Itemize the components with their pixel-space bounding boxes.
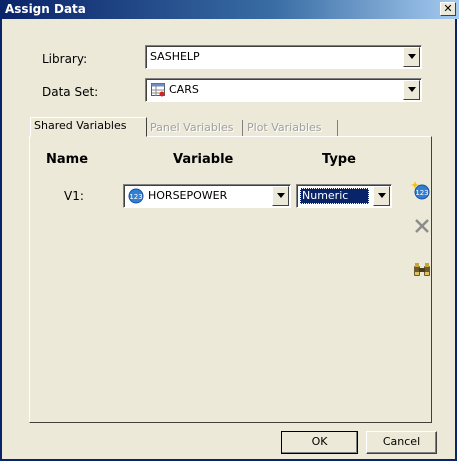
svg-text:123: 123 bbox=[129, 193, 142, 201]
cancel-button[interactable]: Cancel bbox=[366, 431, 437, 454]
library-dropdown-arrow[interactable] bbox=[403, 47, 420, 67]
tab-shared-variables[interactable]: Shared Variables bbox=[30, 117, 147, 137]
type-combo[interactable]: Numeric bbox=[296, 184, 392, 208]
add-variable-icon[interactable]: 123 bbox=[411, 180, 431, 200]
type-dropdown-arrow[interactable] bbox=[373, 186, 390, 206]
numeric-variable-icon: 123 bbox=[128, 188, 144, 204]
title-bar[interactable]: Assign Data ✕ bbox=[2, 0, 459, 19]
binoculars-icon[interactable] bbox=[412, 260, 432, 280]
row-name: V1: bbox=[64, 189, 84, 203]
ok-button[interactable]: OK bbox=[281, 431, 358, 454]
variable-combo[interactable]: 123 HORSEPOWER bbox=[123, 184, 291, 208]
library-label: Library: bbox=[42, 52, 88, 66]
type-value: Numeric bbox=[302, 189, 349, 202]
dataset-combo[interactable]: CARS bbox=[145, 78, 422, 102]
library-value: SASHELP bbox=[150, 50, 200, 63]
svg-text:123: 123 bbox=[415, 189, 428, 197]
shared-variables-panel bbox=[29, 136, 432, 423]
dataset-dropdown-arrow[interactable] bbox=[403, 80, 420, 100]
column-header-name: Name bbox=[46, 152, 89, 167]
variable-value: HORSEPOWER bbox=[148, 189, 228, 202]
column-header-type: Type bbox=[322, 152, 356, 167]
close-button[interactable]: ✕ bbox=[440, 2, 456, 16]
tab-plot-variables[interactable]: Plot Variables bbox=[244, 120, 338, 136]
dataset-label: Data Set: bbox=[42, 85, 99, 99]
dataset-value: CARS bbox=[169, 83, 199, 96]
dialog-title: Assign Data bbox=[5, 2, 86, 16]
table-icon bbox=[151, 83, 165, 97]
tab-panel-variables[interactable]: Panel Variables bbox=[147, 120, 243, 136]
assign-data-dialog: Assign Data ✕ Library: SASHELP Data Set:… bbox=[0, 0, 459, 461]
variable-dropdown-arrow[interactable] bbox=[272, 186, 289, 206]
library-combo[interactable]: SASHELP bbox=[145, 45, 422, 69]
column-header-variable: Variable bbox=[173, 152, 234, 167]
delete-icon[interactable] bbox=[412, 216, 432, 236]
